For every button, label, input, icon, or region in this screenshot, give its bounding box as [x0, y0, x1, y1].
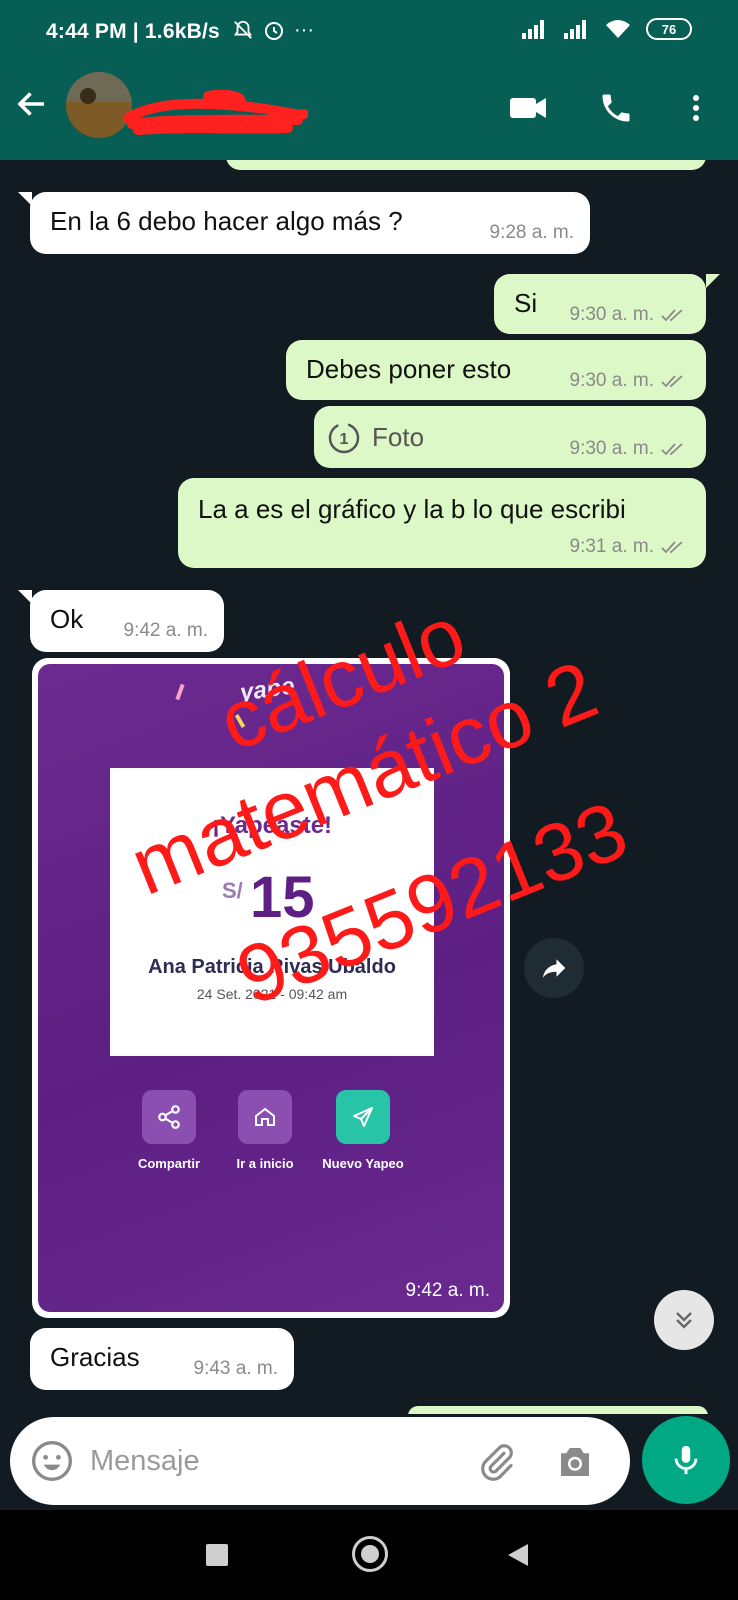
svg-text:1: 1	[340, 431, 349, 448]
view-once-icon: 1	[328, 422, 360, 454]
status-bar: 4:44 PM | 1.6kB/s ··· 76	[0, 0, 738, 54]
chat-area[interactable]: En la 6 debo hacer algo más ? 9:28 a. m.…	[0, 160, 738, 1414]
chat-header	[0, 54, 738, 160]
android-nav-bar	[0, 1510, 738, 1600]
message-text: Ok	[50, 604, 84, 634]
ticket-recipient: Ana Patricia Rivas Ubaldo	[148, 956, 396, 978]
video-call-icon[interactable]	[508, 90, 548, 126]
message-incoming[interactable]: En la 6 debo hacer algo más ? 9:28 a. m.	[30, 192, 590, 254]
double-check-icon	[661, 443, 683, 456]
signal-icon	[522, 20, 544, 39]
ticket-amount: 15	[250, 865, 315, 930]
message-time: 9:42 a. m.	[405, 1280, 491, 1301]
message-outgoing[interactable]: Si 9:30 a. m.	[494, 274, 706, 334]
bell-off-icon	[233, 20, 253, 39]
message-time: 9:30 a. m.	[570, 304, 687, 326]
home-label: Ir a inicio	[236, 1156, 294, 1171]
chevron-double-down-icon	[676, 1312, 692, 1329]
message-incoming[interactable]: Ok 9:42 a. m.	[30, 590, 224, 652]
send-icon	[353, 1107, 373, 1127]
new-yapeo-button	[336, 1090, 390, 1144]
message-time: 9:42 a. m.	[123, 620, 209, 641]
microphone-icon	[674, 1445, 698, 1475]
redaction-scribble	[123, 90, 308, 135]
yape-receipt-image[interactable]: yape ¡Yapeaste! S/ 15 Ana Patricia Rivas…	[38, 664, 504, 1312]
signal-icon-2	[564, 20, 586, 39]
share-icon	[158, 1105, 180, 1129]
message-text: Debes poner esto	[306, 354, 512, 384]
message-input-container	[10, 1417, 630, 1505]
double-check-icon	[661, 541, 683, 554]
message-time: 9:30 a. m.	[570, 438, 687, 460]
message-text: Gracias	[50, 1342, 140, 1372]
new-yapeo-label: Nuevo Yapeo	[322, 1156, 404, 1171]
yape-ticket: ¡Yapeaste! S/ 15 Ana Patricia Rivas Ubal…	[110, 768, 434, 1056]
scroll-down-button[interactable]	[654, 1290, 714, 1350]
message-text: En la 6 debo hacer algo más ?	[50, 206, 403, 236]
double-check-icon	[661, 375, 683, 388]
share-button	[142, 1090, 196, 1144]
ticket-title: ¡Yapeaste!	[211, 812, 333, 839]
message-outgoing[interactable]: La a es el gráfico y la b lo que escribi…	[178, 478, 706, 568]
forward-button[interactable]	[524, 938, 584, 998]
battery-indicator: 76	[646, 18, 692, 40]
share-label: Compartir	[137, 1156, 201, 1171]
message-time: 9:30 a. m.	[570, 370, 687, 392]
forward-icon	[542, 959, 566, 978]
message-outgoing[interactable]: Debes poner esto 9:30 a. m.	[286, 340, 706, 400]
bubble-tail	[18, 590, 32, 604]
message-outgoing-photo[interactable]: 1 Foto 9:30 a. m.	[314, 406, 706, 468]
image-message[interactable]: yape ¡Yapeaste! S/ 15 Ana Patricia Rivas…	[32, 658, 510, 1318]
previous-message-edge	[226, 160, 706, 170]
emoji-icon[interactable]	[30, 1439, 74, 1483]
message-text: Si	[514, 288, 538, 318]
message-time: 9:31 a. m.	[570, 536, 687, 558]
home-button	[238, 1090, 292, 1144]
ticket-date: 24 Set. 2021 - 09:42 am	[196, 986, 348, 1002]
message-input[interactable]	[90, 1439, 470, 1483]
more-notifications-icon: ···	[294, 18, 314, 41]
attach-icon[interactable]	[476, 1441, 518, 1483]
home-icon	[255, 1107, 275, 1126]
recents-button[interactable]	[206, 1544, 228, 1566]
next-message-edge	[408, 1406, 708, 1414]
back-nav-icon[interactable]	[506, 1542, 530, 1568]
bubble-tail	[18, 192, 32, 206]
double-check-icon	[661, 309, 683, 322]
message-incoming[interactable]: Gracias 9:43 a. m.	[30, 1328, 294, 1390]
more-vert-icon[interactable]	[682, 90, 710, 126]
ticket-currency: S/	[222, 878, 243, 903]
mic-button[interactable]	[642, 1416, 730, 1504]
arrow-left-icon[interactable]	[14, 86, 50, 122]
bubble-tail	[706, 274, 720, 288]
camera-icon[interactable]	[554, 1441, 596, 1483]
wifi-icon	[606, 20, 630, 38]
message-text: Foto	[372, 422, 425, 452]
message-time: 9:43 a. m.	[193, 1358, 279, 1379]
home-nav-button[interactable]	[352, 1536, 388, 1572]
status-time: 4:44 PM | 1.6kB/s	[46, 20, 220, 43]
composer-bar	[0, 1414, 738, 1510]
phone-icon[interactable]	[598, 90, 634, 126]
message-text: La a es el gráfico y la b lo que escribi	[198, 494, 626, 524]
message-time: 9:28 a. m.	[489, 222, 575, 243]
alarm-icon	[265, 22, 283, 40]
